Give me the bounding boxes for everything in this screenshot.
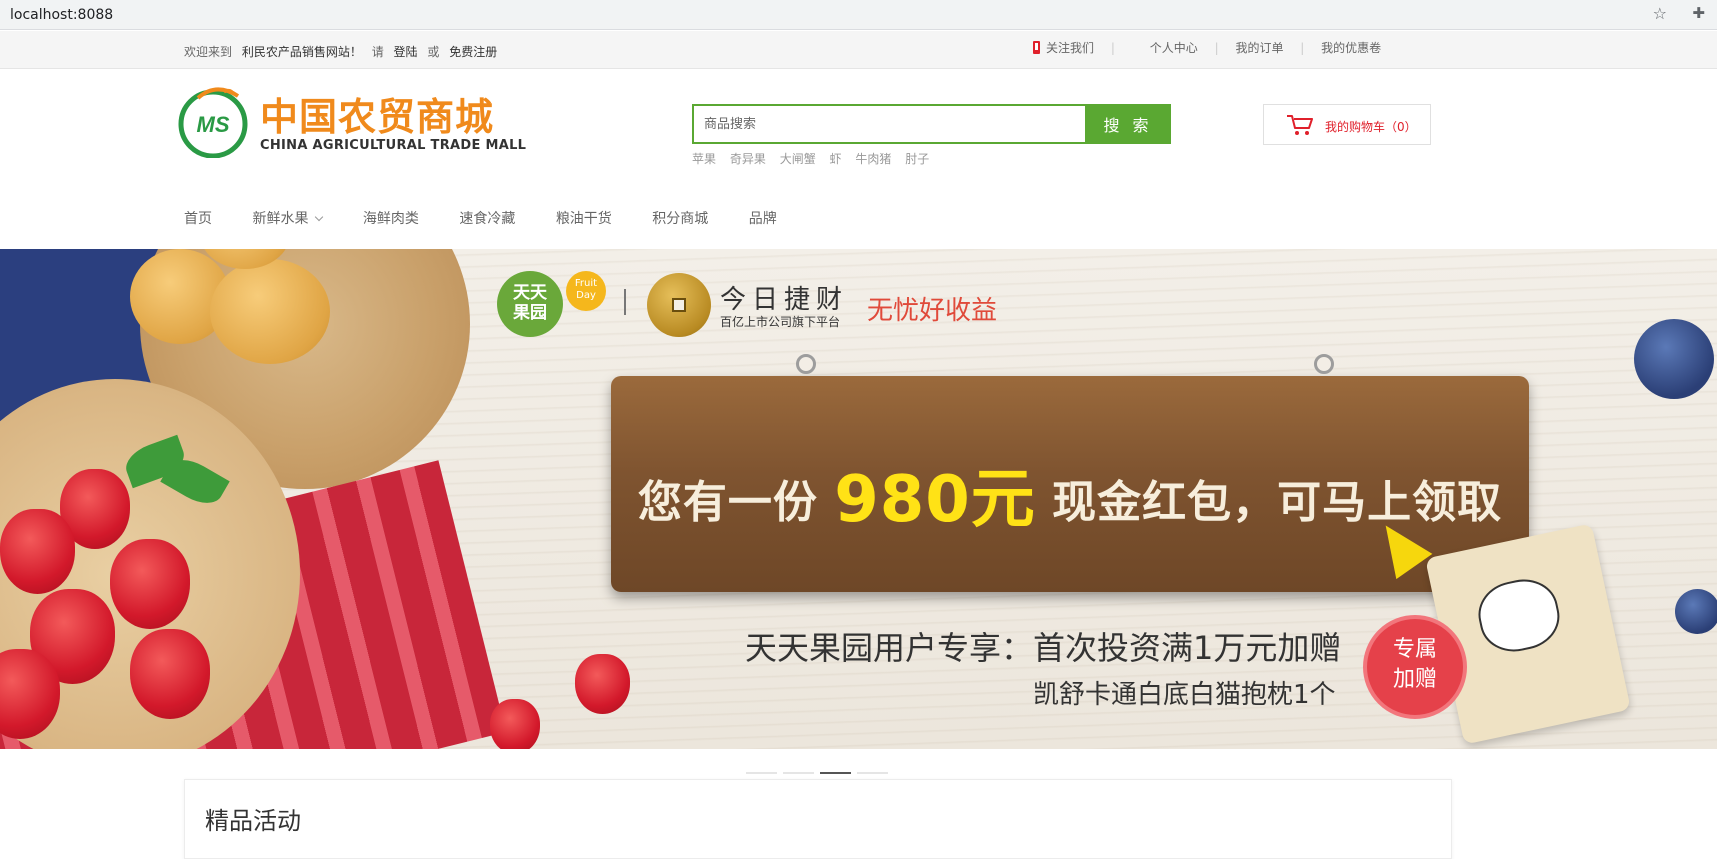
brand2-title: 今日捷财 (720, 285, 849, 315)
strawberry-image (0, 509, 75, 594)
nav-item-label: 新鲜水果 (252, 211, 309, 227)
coin-logo-icon (647, 273, 711, 337)
hot-word[interactable]: 虾 (830, 152, 842, 166)
fruit-day-badge: Fruit Day (566, 271, 606, 311)
personal-center-link[interactable]: 个人中心 (1150, 39, 1198, 56)
brand2-subtitle: 百亿上市公司旗下平台 (720, 315, 841, 329)
nav-item-points-mall[interactable]: 积分商城 (652, 208, 708, 228)
exclusive-gift-stamp: 专属加赠 (1363, 615, 1467, 719)
promo-line-2: 凯舒卡通白底白猫抱枕1个 (1033, 680, 1336, 710)
site-logo[interactable]: MS 中国农贸商城 CHINA AGRICULTURAL TRADE MALL (176, 82, 526, 162)
hanging-ring (1314, 354, 1334, 374)
follow-us-link[interactable]: 关注我们 (1033, 39, 1094, 56)
carousel-dot[interactable] (783, 772, 814, 774)
cat-face (1472, 572, 1566, 659)
divider: | (1110, 41, 1115, 55)
promo-line-1: 天天果园用户专享：首次投资满1万元加赠 (745, 629, 1342, 667)
welcome-text: 欢迎来到 (184, 45, 233, 59)
divider: | (1300, 41, 1305, 55)
puzzle-icon[interactable]: ✚ (1692, 4, 1705, 22)
strawberry-image (490, 699, 540, 749)
chevron-down-icon (315, 212, 324, 222)
cart-label: 我的购物车（0） (1325, 120, 1417, 134)
logo-title: 中国农贸商城 (260, 95, 495, 139)
logo-mark-icon: MS (178, 87, 248, 158)
hot-word[interactable]: 奇异果 (730, 152, 766, 166)
brand-logo-tiantian: 天天果园 (497, 271, 563, 337)
brand-divider (624, 289, 626, 315)
browser-toolbar: localhost:8088 ☆ ✚ (0, 0, 1717, 30)
blueberry-image (1675, 589, 1717, 634)
strawberry-image (575, 654, 630, 714)
stamp-text: 专属加赠 (1392, 637, 1437, 692)
pastry-image (210, 259, 330, 364)
search-input[interactable] (694, 106, 1086, 142)
hot-word[interactable]: 大闸蟹 (780, 152, 816, 166)
my-orders-link[interactable]: 我的订单 (1235, 39, 1283, 56)
shopping-cart-button[interactable]: 我的购物车（0） (1263, 104, 1431, 145)
headline-pre: 您有一份 (637, 477, 818, 528)
login-link[interactable]: 登陆 (394, 45, 418, 59)
phone-icon (1033, 41, 1040, 54)
register-link[interactable]: 免费注册 (449, 45, 497, 59)
top-utility-bar: 欢迎来到 利民农产品销售网站！ 请 登陆 或 免费注册 关注我们 | 个人中心 … (0, 31, 1717, 69)
search-button[interactable]: 搜 索 (1085, 104, 1171, 144)
main-nav: 首页 新鲜水果 海鲜肉类 速食冷藏 粮油干货 积分商城 品牌 (184, 208, 813, 232)
carousel-indicators (746, 759, 894, 778)
hot-search-words: 苹果 奇异果 大闸蟹 虾 牛肉猪 肘子 (692, 150, 939, 167)
my-coupons-link[interactable]: 我的优惠卷 (1321, 39, 1381, 56)
account-links: 关注我们 | 个人中心 | 我的订单 | 我的优惠卷 (1033, 39, 1381, 56)
svg-text:MS: MS (197, 112, 230, 137)
logo-subtitle: CHINA AGRICULTURAL TRADE MALL (260, 138, 527, 153)
section-title: 精品活动 (205, 807, 301, 835)
or-text: 或 (427, 45, 440, 59)
carousel-dot[interactable] (746, 772, 777, 774)
follow-us-label: 关注我们 (1046, 41, 1095, 55)
headline-amount: 980元 (834, 463, 1036, 537)
coin-hole (672, 298, 686, 312)
featured-activities-section: 精品活动 (184, 779, 1452, 859)
site-name: 利民农产品销售网站！ (241, 45, 362, 59)
nav-item-brands[interactable]: 品牌 (749, 208, 777, 228)
nav-item-frozen[interactable]: 速食冷藏 (459, 208, 515, 228)
strawberry-image (130, 629, 210, 719)
carousel-dot-active[interactable] (820, 772, 851, 774)
blueberry-image (1634, 319, 1714, 399)
please-text: 请 (371, 45, 384, 59)
search-bar: 搜 索 (692, 104, 1171, 144)
brand2-slogan: 无忧好收益 (867, 296, 998, 326)
address-bar[interactable]: localhost:8088 (0, 3, 1680, 27)
strawberry-image (110, 539, 190, 629)
welcome-message: 欢迎来到 利民农产品销售网站！ 请 登陆 或 免费注册 (184, 43, 503, 60)
nav-item-seafood-meat[interactable]: 海鲜肉类 (363, 208, 419, 228)
promo-banner[interactable]: 天天果园 Fruit Day 今日捷财 百亿上市公司旗下平台 无忧好收益 您有一… (0, 249, 1717, 749)
nav-item-grain-oil[interactable]: 粮油干货 (556, 208, 612, 228)
hot-word[interactable]: 肘子 (905, 152, 929, 166)
nav-item-fresh-fruit[interactable]: 新鲜水果 (252, 208, 324, 228)
star-icon[interactable]: ☆ (1653, 4, 1667, 23)
nav-item-home[interactable]: 首页 (184, 208, 212, 228)
hanging-ring (796, 354, 816, 374)
hot-word[interactable]: 苹果 (692, 152, 716, 166)
carousel-dot[interactable] (857, 772, 888, 774)
divider: | (1214, 41, 1219, 55)
headline-post: 现金红包，可马上领取 (1052, 477, 1503, 528)
brand1-name: 天天果园 (513, 283, 547, 323)
wooden-sign: 您有一份 980元 现金红包，可马上领取 (611, 354, 1529, 592)
hot-word[interactable]: 牛肉猪 (855, 152, 891, 166)
cart-icon (1287, 115, 1313, 135)
